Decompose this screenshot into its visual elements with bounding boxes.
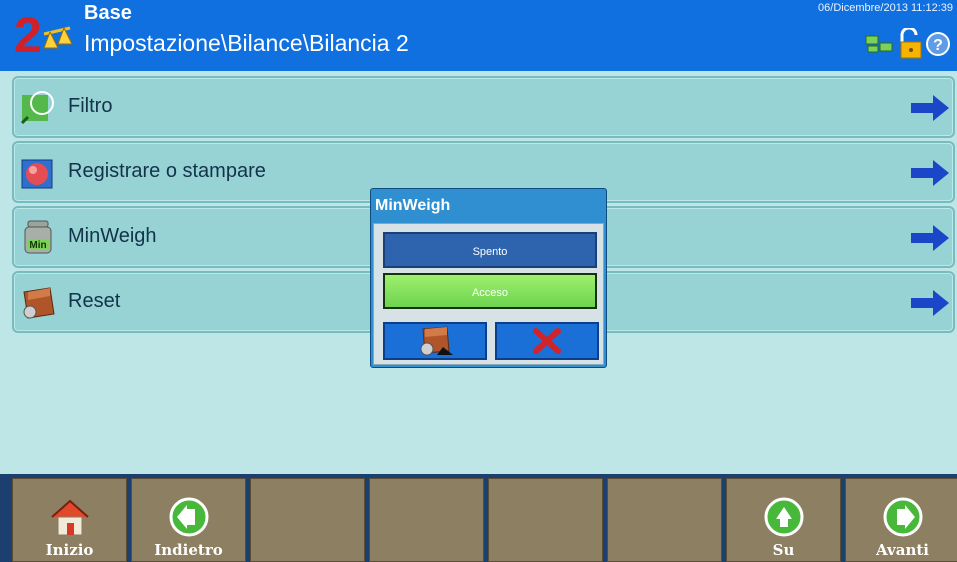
dialog-title: MinWeigh — [375, 197, 451, 214]
back-arrow-icon — [169, 497, 208, 537]
menu-item-label: Registrare o stampare — [68, 160, 266, 182]
softkey-avanti[interactable]: Avanti — [845, 478, 957, 562]
arrow-right-icon — [911, 95, 949, 121]
softkey-empty-6[interactable] — [607, 478, 722, 562]
minweigh-dialog: MinWeigh Spento Acceso — [370, 188, 607, 368]
network-icon — [865, 35, 893, 53]
option-spento[interactable]: Spento — [383, 232, 597, 268]
cancel-button[interactable] — [495, 322, 599, 360]
softkey-label: Indietro — [154, 541, 223, 559]
svg-text:2: 2 — [14, 7, 42, 63]
reset-box-icon — [420, 326, 453, 356]
softkey-empty-3[interactable] — [250, 478, 365, 562]
forward-arrow-icon — [883, 497, 922, 537]
softkey-empty-4[interactable] — [369, 478, 484, 562]
softkey-bar: Inizio Indietro Su Avanti — [0, 474, 957, 562]
svg-text:?: ? — [933, 37, 943, 54]
menu-item-label: Reset — [68, 290, 121, 312]
softkey-inizio[interactable]: Inizio — [12, 478, 127, 562]
softkey-indietro[interactable]: Indietro — [131, 478, 246, 562]
menu-item-label: MinWeigh — [68, 225, 157, 247]
datetime: 06/Dicembre/2013 11:12:39 — [818, 2, 953, 14]
arrow-right-icon — [911, 160, 949, 186]
breadcrumb: Impostazione\Bilance\Bilancia 2 — [84, 30, 409, 56]
record-print-icon — [21, 159, 53, 189]
status-icons: ? — [865, 26, 951, 62]
close-icon — [533, 328, 561, 354]
up-arrow-icon — [764, 497, 803, 537]
softkey-label: Inizio — [45, 541, 94, 559]
option-acceso[interactable]: Acceso — [383, 273, 597, 309]
arrow-right-icon — [911, 290, 949, 316]
confirm-button[interactable] — [383, 322, 487, 360]
home-icon — [50, 499, 89, 536]
unlock-icon[interactable] — [897, 28, 923, 60]
softkey-label: Avanti — [876, 541, 929, 559]
softkey-label: Su — [772, 541, 795, 559]
dialog-body: Spento Acceso — [373, 223, 604, 365]
help-icon[interactable]: ? — [925, 31, 951, 57]
scale-logo-icon: 2 — [14, 7, 73, 63]
reset-box-icon — [23, 287, 55, 319]
filter-icon — [20, 91, 54, 125]
arrow-right-icon — [911, 225, 949, 251]
minweigh-icon: Min — [24, 220, 52, 254]
menu-item-label: Filtro — [68, 95, 113, 117]
menu-item-filtro[interactable]: Filtro — [12, 76, 955, 138]
softkey-empty-5[interactable] — [488, 478, 603, 562]
svg-text:Min: Min — [29, 240, 46, 251]
softkey-su[interactable]: Su — [726, 478, 841, 562]
page-title: Base — [84, 2, 132, 24]
header-bar: 2 Base Impostazione\Bilance\Bilancia 2 0… — [0, 0, 957, 71]
